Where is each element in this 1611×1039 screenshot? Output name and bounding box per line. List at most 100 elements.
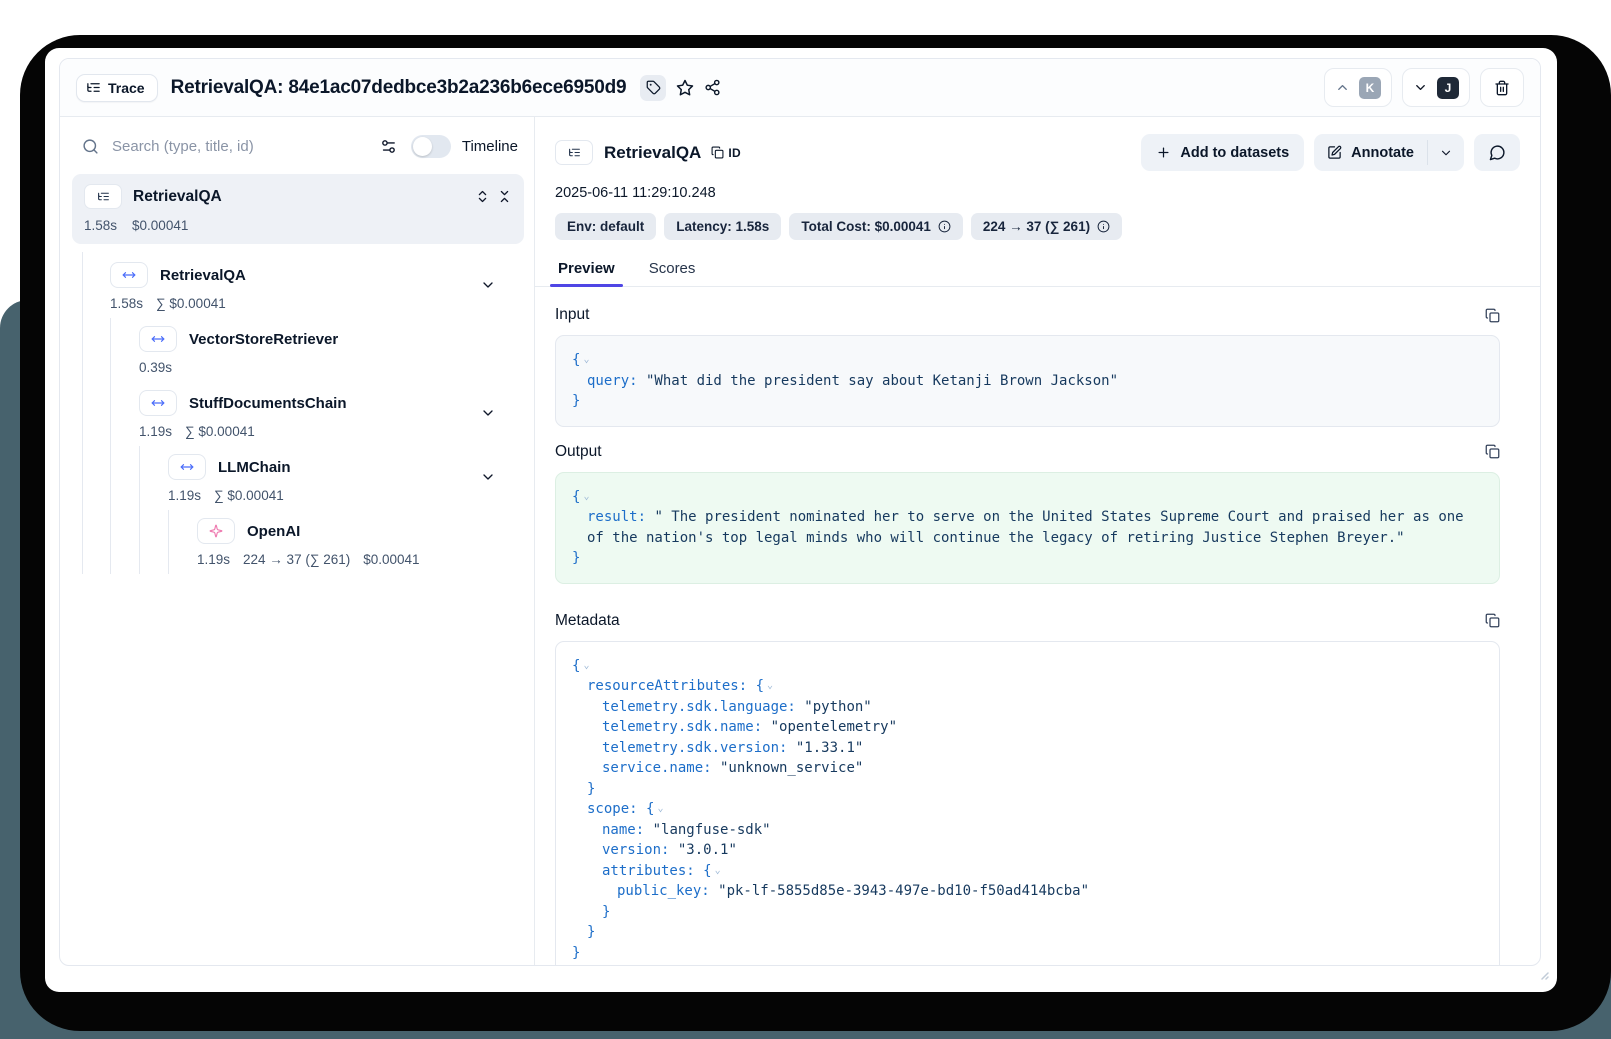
node-label: LLMChain: [218, 459, 291, 476]
metadata-section-header: Metadata: [555, 612, 1500, 630]
tree-node-stuffdocumentschain[interactable]: StuffDocumentsChain 1.19s ∑ $0.00041: [72, 388, 524, 452]
delete-trace-button[interactable]: [1480, 68, 1524, 107]
node-latency: 1.58s: [110, 296, 143, 311]
chevron-down-icon[interactable]: [480, 277, 496, 293]
detail-tabs: Preview Scores: [535, 255, 1540, 287]
trace-badges: Env: default Latency: 1.58s Total Cost: …: [555, 213, 1520, 240]
node-latency: 1.19s: [197, 552, 230, 567]
selected-trace-row[interactable]: RetrievalQA 1.58s $0.00041: [72, 174, 524, 244]
annotate-button[interactable]: Annotate: [1314, 134, 1427, 171]
timeline-toggle[interactable]: [411, 135, 451, 158]
selected-trace-name: RetrievalQA: [133, 188, 222, 206]
shortcut-key-j: J: [1437, 77, 1459, 99]
favorite-button[interactable]: [676, 79, 694, 97]
app-window: Trace RetrievalQA: 84e1ac07dedbce3b2a236…: [45, 48, 1557, 992]
total-cost-badge: Total Cost: $0.00041: [789, 213, 963, 240]
id-label: ID: [728, 146, 741, 160]
node-label: OpenAI: [247, 523, 300, 540]
pen-square-icon: [1327, 145, 1342, 160]
comments-button[interactable]: [1474, 134, 1520, 171]
plus-icon: [1156, 145, 1171, 160]
search-input[interactable]: [110, 137, 374, 156]
expand-all-icon[interactable]: [475, 189, 490, 204]
star-icon: [676, 79, 694, 97]
input-title: Input: [555, 306, 589, 324]
app-header: Trace RetrievalQA: 84e1ac07dedbce3b2a236…: [60, 59, 1540, 117]
tag-button[interactable]: [640, 75, 666, 101]
timeline-label: Timeline: [462, 138, 518, 155]
tab-scores[interactable]: Scores: [648, 255, 697, 286]
trace-type-pill: Trace: [76, 74, 158, 102]
node-total-cost: ∑ $0.00041: [185, 424, 255, 439]
selected-cost: $0.00041: [132, 218, 188, 233]
search-row: Timeline: [72, 129, 524, 172]
chevron-up-icon: [1335, 80, 1350, 95]
tree-node-openai[interactable]: OpenAI 1.19s 224 → 37 (∑ 261) $0.00041: [72, 516, 524, 580]
annotate-menu-button[interactable]: [1428, 134, 1464, 171]
trace-badge: [84, 184, 122, 209]
chevron-down-icon[interactable]: [480, 469, 496, 485]
trash-icon: [1494, 80, 1510, 96]
toggle-knob: [413, 137, 432, 156]
copy-icon[interactable]: [1485, 613, 1500, 628]
span-type-icon: [110, 262, 148, 288]
trace-pill-label: Trace: [108, 80, 145, 96]
tree-node-retrievalqa[interactable]: RetrievalQA 1.58s ∑ $0.00041: [72, 260, 524, 324]
node-latency: 1.19s: [168, 488, 201, 503]
detail-title: RetrievalQA: [604, 143, 701, 163]
span-type-icon: [139, 326, 177, 352]
generation-type-icon: [197, 518, 235, 544]
chevron-down-icon[interactable]: [480, 405, 496, 421]
span-type-icon: [168, 454, 206, 480]
token-usage-badge: 224 → 37 (∑ 261): [971, 213, 1122, 240]
app-card: Trace RetrievalQA: 84e1ac07dedbce3b2a236…: [59, 58, 1541, 966]
previous-trace-button[interactable]: K: [1324, 68, 1392, 107]
search-icon: [82, 138, 99, 155]
share-icon: [704, 79, 721, 96]
node-total-cost: ∑ $0.00041: [214, 488, 284, 503]
tree-node-llmchain[interactable]: LLMChain 1.19s ∑ $0.00041: [72, 452, 524, 516]
env-badge: Env: default: [555, 213, 656, 240]
info-icon[interactable]: [938, 220, 951, 233]
latency-badge: Latency: 1.58s: [664, 213, 781, 240]
node-total-cost: ∑ $0.00041: [156, 296, 226, 311]
filter-settings-icon[interactable]: [380, 138, 397, 155]
trace-detail-panel: RetrievalQA ID Add to datasets: [535, 117, 1540, 965]
trace-tree-panel: Timeline RetrievalQA: [60, 117, 535, 965]
selected-latency: 1.58s: [84, 218, 117, 233]
copy-icon[interactable]: [1485, 444, 1500, 459]
copy-id-button[interactable]: [711, 146, 724, 159]
metadata-title: Metadata: [555, 612, 620, 630]
node-cost: $0.00041: [363, 552, 419, 567]
next-trace-button[interactable]: J: [1402, 68, 1470, 107]
node-tokens: 224 → 37 (∑ 261): [243, 552, 350, 567]
span-type-icon: [139, 390, 177, 416]
node-label: StuffDocumentsChain: [189, 395, 347, 412]
output-title: Output: [555, 443, 602, 461]
node-label: VectorStoreRetriever: [189, 331, 338, 348]
node-label: RetrievalQA: [160, 267, 246, 284]
node-latency: 1.19s: [139, 424, 172, 439]
observation-tree: RetrievalQA 1.58s ∑ $0.00041: [72, 252, 524, 590]
trace-title: RetrievalQA: 84e1ac07dedbce3b2a236b6ece6…: [171, 77, 627, 99]
metadata-json: {⌄resourceAttributes: {⌄telemetry.sdk.la…: [555, 641, 1500, 966]
output-section-header: Output: [555, 443, 1500, 461]
preview-scroll-area[interactable]: Input {⌄query: "What did the president s…: [535, 287, 1540, 965]
node-latency: 0.39s: [139, 360, 172, 375]
input-section-header: Input: [555, 306, 1500, 324]
message-bubble-icon: [1489, 144, 1506, 161]
add-to-datasets-button[interactable]: Add to datasets: [1141, 134, 1304, 171]
share-button[interactable]: [704, 79, 721, 96]
collapse-all-icon[interactable]: [497, 189, 512, 204]
trace-timestamp: 2025-06-11 11:29:10.248: [555, 185, 1520, 201]
resize-handle-icon[interactable]: [1538, 969, 1549, 980]
input-json: {⌄query: "What did the president say abo…: [555, 335, 1500, 427]
info-icon[interactable]: [1097, 220, 1110, 233]
add-to-datasets-label: Add to datasets: [1180, 145, 1289, 161]
copy-icon[interactable]: [1485, 308, 1500, 323]
chevron-down-icon: [1413, 80, 1428, 95]
tab-preview[interactable]: Preview: [557, 255, 616, 286]
tree-node-vectorstoreretriever[interactable]: VectorStoreRetriever 0.39s: [72, 324, 524, 388]
annotate-label: Annotate: [1351, 145, 1414, 161]
output-json: {⌄result: " The president nominated her …: [555, 472, 1500, 584]
